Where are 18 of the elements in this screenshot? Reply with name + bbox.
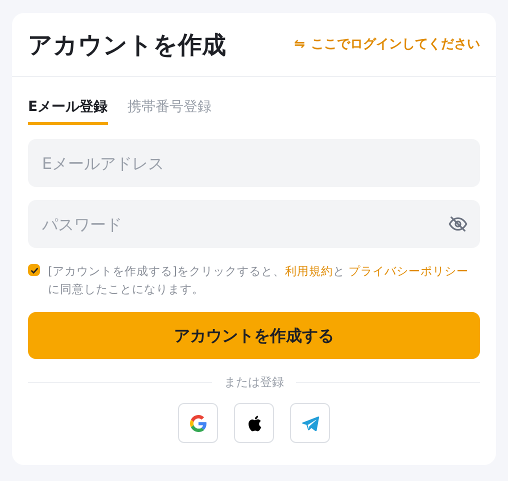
page-title: アカウントを作成 (28, 30, 226, 60)
tab[interactable]: Eメール登録 (28, 97, 108, 125)
swap-icon: ⇋ (294, 34, 305, 54)
divider-label: または登録 (224, 374, 284, 391)
email-field[interactable]: Eメールアドレス (28, 139, 480, 187)
login-link[interactable]: ⇋ ここでログインしてください (294, 34, 480, 54)
paper-plane-icon (302, 416, 318, 430)
apple-icon (246, 414, 262, 432)
checkbox[interactable] (28, 264, 40, 276)
google-icon (190, 414, 206, 432)
create-account-button[interactable]: アカウントを作成する (28, 312, 480, 359)
privacy-policy-link[interactable]: プライバシーポリシー (348, 264, 469, 278)
terms-link[interactable]: 利用規約 (284, 264, 333, 278)
password-field[interactable]: パスワード (28, 200, 480, 248)
consent-text: [アカウントを作成する]をクリックすると、利用規約 と プライバシーポリシー に同意したことになります。 (48, 263, 469, 298)
social-login-button[interactable] (234, 403, 274, 443)
tab[interactable]: 携帯番号登録 (128, 97, 212, 125)
eye-slash-icon[interactable] (448, 214, 468, 234)
